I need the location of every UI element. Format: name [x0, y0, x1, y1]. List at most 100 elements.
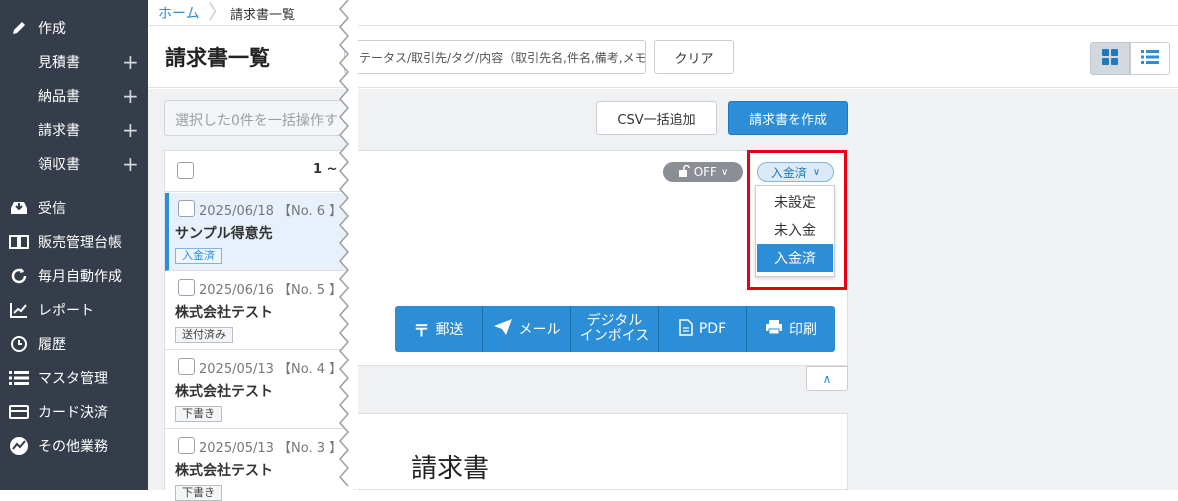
status-option[interactable]: 未入金 [757, 216, 833, 244]
lock-toggle[interactable]: OFF ∨ [663, 162, 743, 182]
sidebar-item-delivery[interactable]: 納品書 + [0, 81, 148, 111]
sidebar-item-history[interactable]: 履歴 [0, 329, 148, 359]
print-button[interactable]: 印刷 [747, 306, 835, 352]
pencil-icon [0, 19, 38, 37]
document-title: 請求書 [411, 454, 490, 484]
email-button[interactable]: メール [483, 306, 571, 352]
list-item[interactable]: 2025/06/18 【No. 6 】 サンプル得意先 入金済 [165, 193, 355, 271]
document-preview: 請求書 [354, 413, 848, 490]
status-badge: 送付済み [175, 327, 233, 343]
status-option-selected[interactable]: 入金済 [757, 244, 833, 272]
grid-icon [1102, 48, 1118, 69]
printer-icon [765, 319, 783, 339]
sidebar-item-receive[interactable]: 受信 [0, 193, 148, 223]
sidebar-item-label: 毎月自動作成 [38, 269, 122, 285]
bulk-action-select[interactable]: 選択した0件を一括操作す [164, 100, 354, 136]
csv-import-button[interactable]: CSV一括追加 [596, 101, 717, 135]
sidebar-item-invoice[interactable]: 請求書 + [0, 115, 148, 145]
sidebar: 作成 見積書 + 納品書 + 請求書 + 領収書 + 受信 販売管理台帳 毎月自… [0, 0, 148, 490]
sidebar-item-label: その他業務 [38, 439, 108, 455]
plus-icon[interactable]: + [122, 154, 139, 174]
list-item-name: サンプル得意先 [175, 226, 273, 242]
status-badge: 下書き [175, 485, 222, 501]
digital-invoice-button[interactable]: デジタル インボイス [571, 306, 659, 352]
file-icon [679, 318, 693, 340]
bulk-action-placeholder: 選択した0件を一括操作す [175, 113, 338, 129]
sidebar-item-master[interactable]: マスタ管理 [0, 363, 148, 393]
list-item[interactable]: 2025/05/13 【No. 4 】 株式会社テスト 下書き [165, 351, 355, 429]
sidebar-item-create[interactable]: 作成 [0, 13, 148, 43]
sidebar-item-receipt[interactable]: 領収書 + [0, 149, 148, 179]
plus-icon[interactable]: + [122, 52, 139, 72]
status-badge: 入金済 [175, 248, 222, 264]
list-item-date: 2025/06/16 【No. 5 】 [199, 283, 343, 298]
list-item-date: 2025/05/13 【No. 4 】 [199, 362, 343, 377]
list-item-date: 2025/05/13 【No. 3 】 [199, 441, 343, 456]
breadcrumb-current: 請求書一覧 [230, 8, 296, 23]
plus-icon[interactable]: + [122, 86, 139, 106]
sidebar-item-card-payment[interactable]: カード決済 [0, 397, 148, 427]
email-label: メール [518, 322, 561, 338]
sidebar-item-label: 作成 [38, 21, 66, 37]
sidebar-item-label: 履歴 [38, 337, 66, 353]
page-title: 請求書一覧 [165, 46, 270, 70]
list-item-name: 株式会社テスト [175, 384, 273, 400]
sidebar-item-label: 販売管理台帳 [38, 235, 122, 251]
list-icon [1141, 49, 1159, 68]
status-badge: 下書き [175, 406, 222, 422]
sidebar-item-label: カード決済 [38, 405, 108, 421]
grid-view-button[interactable] [1090, 42, 1130, 75]
list-header: 1 ~ [165, 151, 353, 192]
breadcrumb: ホーム 〉 請求書一覧 [148, 0, 1178, 26]
list-item-name: 株式会社テスト [175, 305, 273, 321]
chevron-down-icon: ∨ [812, 166, 821, 178]
chevron-up-icon: ∧ [822, 371, 832, 386]
sidebar-item-other[interactable]: その他業務 [0, 431, 148, 461]
sidebar-item-estimate[interactable]: 見積書 + [0, 47, 148, 77]
digital-invoice-label: デジタル [586, 313, 643, 329]
pdf-button[interactable]: PDF [659, 306, 747, 352]
sidebar-item-label: レポート [38, 303, 94, 319]
line-chart-icon [0, 302, 38, 318]
book-icon [0, 234, 38, 250]
postal-mail-label: 郵送 [435, 322, 464, 338]
search-input[interactable]: ステータス/取引先/タグ/内容（取引先名,件名,備考,メモ） [344, 40, 646, 74]
history-icon [0, 335, 38, 353]
list-icon [0, 371, 38, 385]
status-select-value: 入金済 [770, 165, 807, 180]
list-item-name: 株式会社テスト [175, 463, 273, 479]
sidebar-item-label: 受信 [38, 201, 66, 217]
breadcrumb-home[interactable]: ホーム [158, 3, 200, 23]
lock-label: OFF [693, 165, 717, 179]
inbox-icon [0, 200, 38, 216]
clear-button[interactable]: クリア [654, 40, 734, 74]
row-checkbox[interactable] [178, 358, 195, 375]
row-checkbox[interactable] [178, 437, 195, 454]
refresh-icon [0, 267, 38, 285]
status-option[interactable]: 未設定 [757, 188, 833, 216]
cut-divider [338, 0, 358, 490]
plus-icon[interactable]: + [122, 120, 139, 140]
list-view-button[interactable] [1130, 42, 1170, 75]
collapse-button[interactable]: ∧ [806, 366, 848, 391]
sidebar-item-report[interactable]: レポート [0, 295, 148, 325]
postal-mail-button[interactable]: 〒 郵送 [395, 306, 483, 352]
create-invoice-button[interactable]: 請求書を作成 [728, 101, 848, 135]
list-item[interactable]: 2025/06/16 【No. 5 】 株式会社テスト 送付済み [165, 272, 355, 350]
lock-open-icon [678, 164, 690, 180]
row-checkbox[interactable] [178, 200, 195, 217]
pdf-label: PDF [698, 321, 727, 337]
analytics-icon [0, 436, 38, 456]
sidebar-item-label: マスタ管理 [38, 371, 108, 387]
digital-invoice-label: インボイス [579, 328, 650, 344]
list-item[interactable]: 2025/05/13 【No. 3 】 株式会社テスト 下書き [165, 430, 355, 501]
sidebar-item-label: 領収書 [38, 157, 80, 173]
sidebar-item-label: 見積書 [38, 55, 80, 71]
send-icon [493, 318, 513, 340]
status-select[interactable]: 入金済 ∨ [757, 162, 834, 182]
sidebar-item-monthly-auto[interactable]: 毎月自動作成 [0, 261, 148, 291]
chevron-right-icon: 〉 [208, 0, 228, 24]
select-all-checkbox[interactable] [177, 162, 194, 179]
sidebar-item-sales-ledger[interactable]: 販売管理台帳 [0, 227, 148, 257]
row-checkbox[interactable] [178, 279, 195, 296]
